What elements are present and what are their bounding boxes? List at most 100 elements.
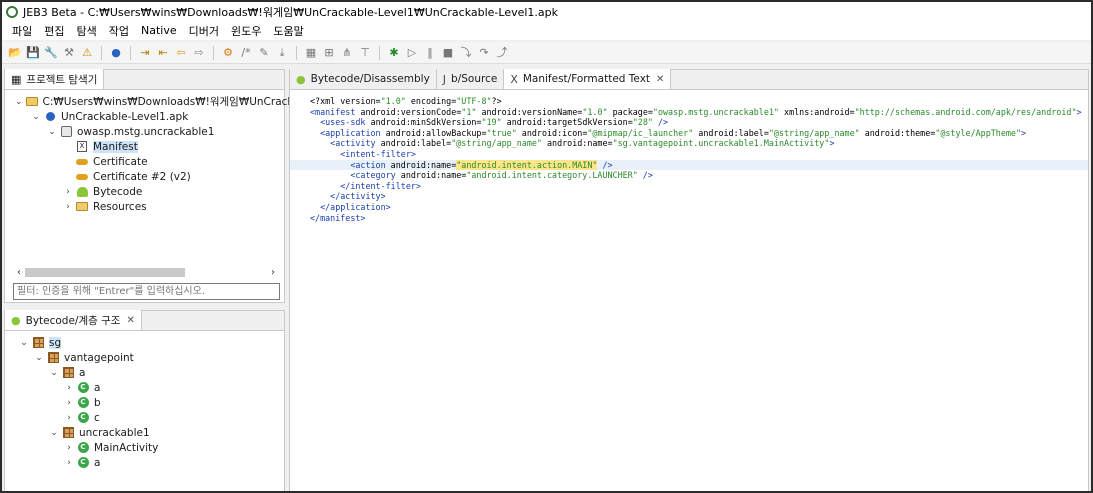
tree-item-label: Resources (93, 200, 147, 213)
open-icon[interactable]: 📂 (8, 46, 22, 60)
tree-item[interactable]: ⌄ owasp.mstg.uncrackable1 (5, 124, 284, 139)
step-into-icon[interactable]: ⤵ (459, 46, 473, 60)
menu-item[interactable]: Native (135, 24, 183, 37)
tree-item[interactable]: X Manifest (5, 139, 284, 154)
tree-item[interactable]: › Cc (5, 410, 284, 425)
close-icon[interactable]: ✕ (656, 74, 664, 85)
scroll-left-icon[interactable]: ‹ (13, 267, 25, 278)
code-token: "28" (632, 117, 653, 128)
tab-bytecode-hierarchy[interactable]: ● Bytecode/계층 구조 ✕ (5, 310, 142, 330)
save-icon[interactable]: 💾 (26, 46, 40, 60)
package-icon (62, 427, 74, 439)
folder-open-icon (25, 96, 38, 108)
menu-item[interactable]: 파일 (6, 23, 38, 39)
chevron-right-icon[interactable]: › (63, 202, 73, 212)
chevron-down-icon[interactable]: ⌄ (34, 353, 44, 363)
code-view[interactable]: <?xml version="1.0" encoding="UTF-8"?> <m… (290, 92, 1088, 491)
horizontal-scrollbar[interactable]: ‹ › (13, 266, 279, 278)
menu-item[interactable]: 디버거 (183, 23, 225, 39)
chevron-right-icon[interactable]: › (64, 413, 74, 423)
code-token: "@style/AppTheme" (935, 127, 1022, 138)
navigate-out-icon[interactable]: ⇤ (156, 46, 170, 60)
pause-icon[interactable]: ‖ (423, 46, 437, 60)
tree-item[interactable]: ⌄ a (5, 365, 284, 380)
filter-input[interactable] (13, 283, 280, 300)
class-icon: C (77, 457, 89, 469)
tree-item[interactable]: ⌄ vantagepoint (5, 350, 284, 365)
editor-tab[interactable]: ● Bytecode/Disassembly (290, 69, 437, 89)
run-icon[interactable]: ▷ (405, 46, 419, 60)
analyze-icon[interactable]: ⚙ (221, 46, 235, 60)
chevron-down-icon[interactable]: ⌄ (19, 338, 29, 348)
key-icon (76, 171, 88, 183)
tools-icon[interactable]: ⚒ (62, 46, 76, 60)
tree-item[interactable]: › Ca (5, 455, 284, 470)
hierarchy-icon[interactable]: ⋔ (340, 46, 354, 60)
chevron-down-icon[interactable]: ⌄ (49, 368, 59, 378)
export-icon[interactable]: ⤓ (275, 46, 289, 60)
code-token: /> (597, 159, 613, 170)
forward-icon[interactable]: ⇨ (192, 46, 206, 60)
android-icon (76, 186, 88, 198)
step-out-icon[interactable]: ⤴ (495, 46, 509, 60)
tree-item[interactable]: › Resources (5, 199, 284, 214)
tree-icon[interactable]: ⊤ (358, 46, 372, 60)
stop-icon[interactable]: ■ (441, 46, 455, 60)
chevron-down-icon[interactable]: ⌄ (31, 112, 41, 122)
editor-tab[interactable]: X Manifest/Formatted Text ✕ (504, 69, 672, 89)
apk-icon (44, 111, 56, 123)
debug-icon[interactable]: ✱ (387, 46, 401, 60)
rename-icon[interactable]: ✎ (257, 46, 271, 60)
tree-item-label: uncrackable1 (79, 426, 150, 439)
tree-item[interactable]: › Ca (5, 380, 284, 395)
code-token: "android.intent.category.LAUNCHER" (466, 170, 638, 181)
scroll-thumb[interactable] (25, 267, 185, 277)
warning-icon[interactable]: ⚠ (80, 46, 94, 60)
comment-icon[interactable]: /* (239, 46, 253, 60)
menu-item[interactable]: 윈도우 (225, 23, 267, 39)
chevron-right-icon[interactable]: › (64, 383, 74, 393)
window-title: JEB3 Beta - C:₩Users₩wins₩Downloads₩!워게임… (23, 5, 559, 19)
menu-item[interactable]: 편집 (38, 23, 70, 39)
step-over-icon[interactable]: ↷ (477, 46, 491, 60)
chevron-down-icon[interactable]: ⌄ (49, 428, 59, 438)
title-bar: JEB3 Beta - C:₩Users₩wins₩Downloads₩!워게임… (2, 2, 1091, 21)
editor-tab[interactable]: Jb/Source (436, 69, 505, 89)
tree-item[interactable]: ⌄ UnCrackable-Level1.apk (5, 109, 284, 124)
menu-item[interactable]: 도움말 (267, 23, 309, 39)
code-token: android:name= (541, 138, 613, 149)
layout-icon[interactable]: ▦ (304, 46, 318, 60)
globe-icon[interactable]: ● (109, 46, 123, 60)
tree-item[interactable]: Certificate #2 (v2) (5, 169, 284, 184)
back-icon[interactable]: ⇦ (174, 46, 188, 60)
chevron-right-icon[interactable]: › (64, 443, 74, 453)
tree-item[interactable]: ⌄ uncrackable1 (5, 425, 284, 440)
tree-item[interactable]: › C MainActivity (5, 440, 284, 455)
menu-item[interactable]: 작업 (103, 23, 135, 39)
chevron-down-icon[interactable]: ⌄ (47, 127, 57, 137)
scroll-right-icon[interactable]: › (267, 267, 279, 278)
navigate-into-icon[interactable]: ⇥ (138, 46, 152, 60)
wrench-icon[interactable]: 🔧 (44, 46, 58, 60)
close-icon[interactable]: ✕ (126, 315, 134, 326)
chevron-right-icon[interactable]: › (63, 187, 73, 197)
tree-item[interactable]: ⌄ C:₩Users₩wins₩Downloads₩!워게임₩UnCrackabl… (5, 94, 325, 109)
code-line: </intent-filter> (290, 181, 1088, 192)
code-token: "true" (486, 127, 517, 138)
chevron-right-icon[interactable]: › (64, 398, 74, 408)
chevron-down-icon[interactable]: ⌄ (15, 97, 23, 107)
key-icon (76, 156, 88, 168)
tab-project-explorer[interactable]: ▦ 프로젝트 탐색기 (5, 69, 105, 89)
tree-item[interactable]: › Bytecode (5, 184, 284, 199)
menu-item[interactable]: 탐색 (71, 23, 103, 39)
graph-icon[interactable]: ⊞ (322, 46, 336, 60)
tree-item[interactable]: Certificate (5, 154, 284, 169)
tree-item[interactable]: ⌄ sg (5, 335, 284, 350)
tree-item[interactable]: › Cb (5, 395, 284, 410)
code-token: android:versionCode= (355, 106, 462, 117)
chevron-right-icon[interactable]: › (64, 458, 74, 468)
